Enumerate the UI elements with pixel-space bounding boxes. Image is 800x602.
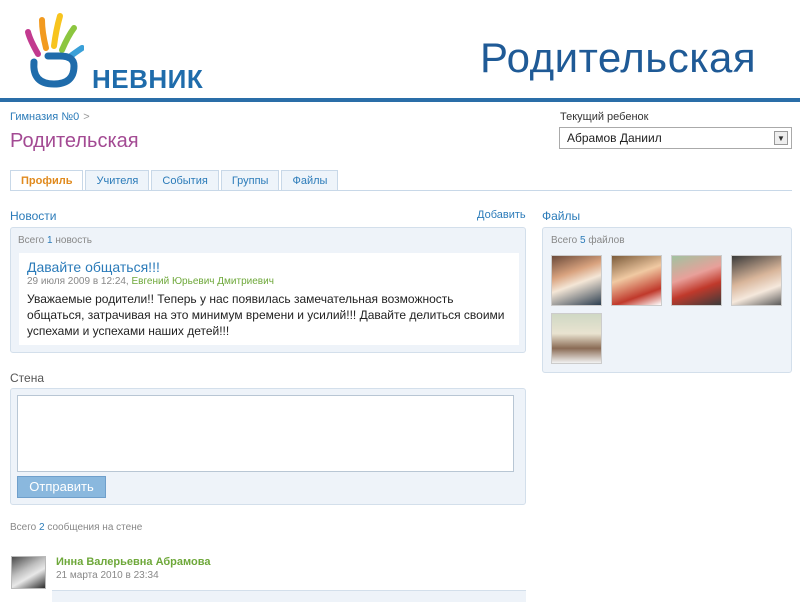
files-count-number: 5	[580, 235, 586, 246]
tab-events[interactable]: События	[151, 170, 219, 191]
slide-title: Родительская	[480, 34, 757, 81]
photo-thumbnail-1[interactable]	[551, 255, 602, 306]
photo-thumbnail-3[interactable]	[671, 255, 722, 306]
news-item-date: 29 июля 2009 в 12:24,	[27, 276, 129, 287]
profile-tabs: Профиль Учителя События Группы Файлы	[10, 170, 340, 191]
files-panel: Всего 5 файлов	[542, 227, 792, 373]
news-item-body: Уважаемые родители!! Теперь у нас появил…	[27, 292, 505, 338]
current-child-value: Абрамов Даниил	[567, 131, 662, 145]
dropdown-arrow-icon[interactable]: ▼	[774, 131, 788, 145]
news-item-meta: 29 июля 2009 в 12:24, Евгений Юрьевич Дм…	[27, 276, 511, 287]
wall-heading: Стена	[10, 371, 45, 385]
send-button[interactable]: Отправить	[17, 476, 106, 498]
hand-icon	[25, 13, 84, 88]
files-count: Всего 5 файлов	[551, 235, 625, 246]
add-news-link[interactable]: Добавить	[477, 209, 526, 221]
tab-teachers[interactable]: Учителя	[85, 170, 150, 191]
wall-message-textarea[interactable]	[17, 395, 514, 472]
news-panel: Всего 1 новость Давайте общаться!!! 29 и…	[10, 227, 526, 353]
news-heading[interactable]: Новости	[10, 209, 56, 223]
photo-thumbnail-4[interactable]	[731, 255, 782, 306]
news-count: Всего 1 новость	[18, 235, 92, 246]
news-item: Давайте общаться!!! 29 июля 2009 в 12:24…	[19, 253, 519, 345]
message-date: 21 марта 2010 в 23:34	[56, 570, 159, 581]
files-heading[interactable]: Файлы	[542, 209, 580, 223]
header-divider	[0, 98, 800, 102]
breadcrumb: Гимназия №0 >	[10, 111, 90, 123]
breadcrumb-school-link[interactable]: Гимназия №0	[10, 111, 79, 123]
news-item-title[interactable]: Давайте общаться!!!	[27, 259, 511, 275]
message-body	[52, 590, 526, 602]
page-title: Родительская	[10, 130, 139, 152]
tab-profile[interactable]: Профиль	[10, 170, 84, 191]
current-child-select[interactable]: Абрамов Даниил ▼	[559, 127, 792, 149]
tab-files[interactable]: Файлы	[281, 170, 339, 191]
photo-thumbnail-2[interactable]	[611, 255, 662, 306]
current-child-label: Текущий ребенок	[560, 111, 649, 123]
message-author[interactable]: Инна Валерьевна Абрамова	[56, 556, 210, 568]
news-count-number: 1	[47, 235, 53, 246]
dnevnik-logo: НЕВНИК	[24, 10, 203, 94]
logo-text: НЕВНИК	[92, 64, 204, 94]
wall-panel: Отправить	[10, 388, 526, 505]
photo-thumbnail-5[interactable]	[551, 313, 602, 364]
wall-count-number: 2	[39, 522, 45, 533]
tab-groups[interactable]: Группы	[220, 170, 280, 191]
wall-message-count: Всего 2 сообщения на стене	[10, 522, 143, 533]
tabs-divider	[10, 190, 792, 191]
breadcrumb-separator: >	[83, 111, 90, 123]
news-item-author[interactable]: Евгений Юрьевич Дмитриевич	[132, 276, 274, 287]
avatar[interactable]	[11, 556, 46, 589]
